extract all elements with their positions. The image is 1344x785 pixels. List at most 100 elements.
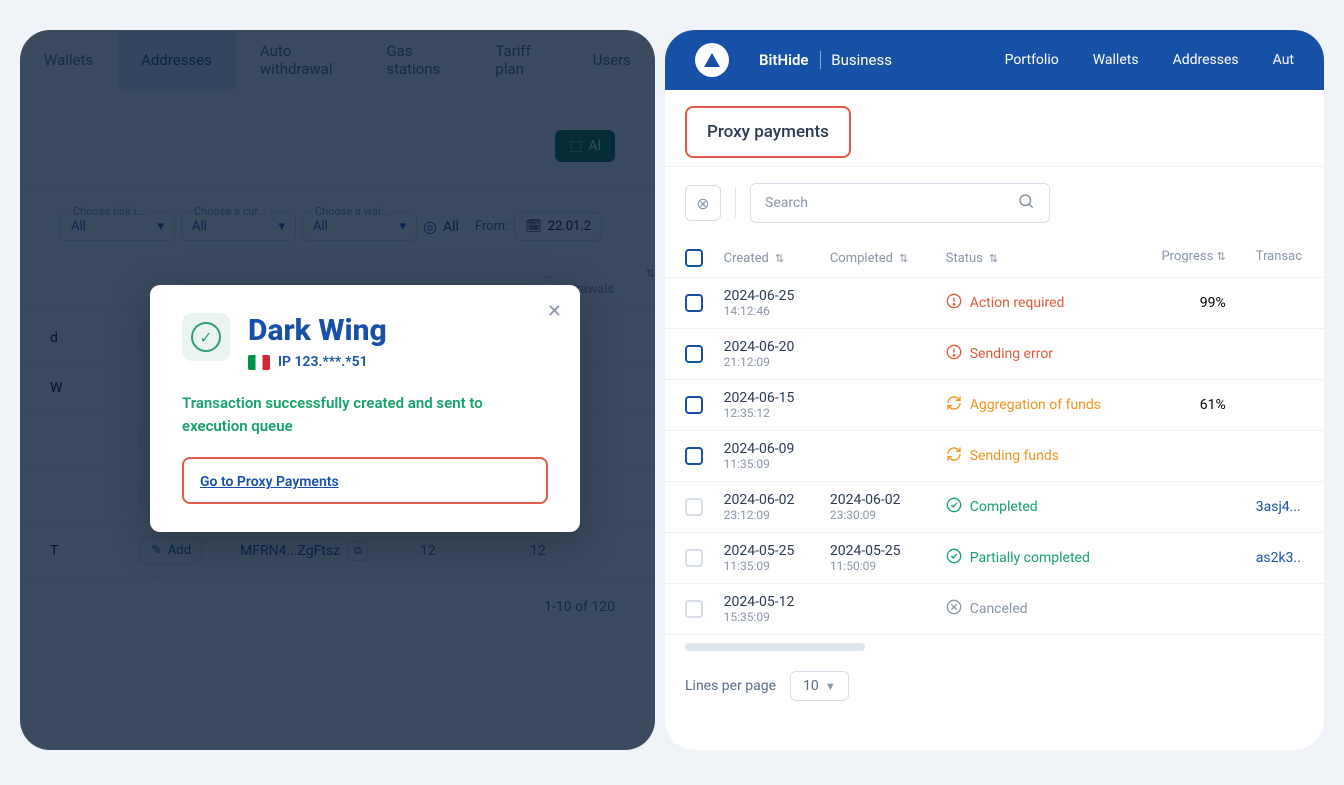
modal-title: Dark Wing <box>248 313 387 348</box>
created-time: 21:12:09 <box>724 355 795 369</box>
wallet-filter[interactable]: Choose a wal... All ▾ <box>302 212 417 241</box>
proxy-payment-row[interactable]: 2024-06-25 14:12:46 Action required 99% <box>665 278 1324 329</box>
refresh-icon <box>946 395 962 415</box>
copy-icon[interactable]: ⧉ <box>348 541 368 561</box>
created-date: 2024-05-12 <box>724 594 795 610</box>
italy-flag-icon <box>248 355 270 370</box>
nav-addresses[interactable]: Addresses <box>1173 52 1239 68</box>
col-status[interactable]: Status <box>946 251 983 266</box>
success-badge: ✓ <box>182 313 230 361</box>
select-all-checkbox[interactable] <box>685 249 703 267</box>
col-completed[interactable]: Completed <box>830 251 893 266</box>
proxy-payment-row[interactable]: 2024-06-20 21:12:09 Sending error <box>665 329 1324 380</box>
from-label: From: <box>475 219 508 234</box>
bithide-logo-icon <box>695 43 729 77</box>
lines-per-page-select[interactable]: 10 ▼ <box>790 671 849 701</box>
sort-icon[interactable]: ⇅ <box>899 252 908 265</box>
modal-cta-box: Go to Proxy Payments <box>182 457 548 504</box>
created-time: 15:35:09 <box>724 610 795 624</box>
proxy-payment-row[interactable]: 2024-06-15 12:35:12 Aggregation of funds… <box>665 380 1324 431</box>
risk-filter[interactable]: Choose risk l... All ▾ <box>60 212 175 241</box>
target-icon: ◎ <box>423 217 437 236</box>
created-date: 2024-06-15 <box>724 390 795 406</box>
alert-icon <box>946 344 962 364</box>
cur-label: Choose a cur... <box>190 205 270 218</box>
check-icon <box>946 497 962 517</box>
created-time: 23:12:09 <box>724 508 795 522</box>
refresh-icon <box>946 446 962 466</box>
status-text: Action required <box>970 295 1065 311</box>
add-button[interactable]: ✎ Add <box>140 537 202 564</box>
row-checkbox[interactable] <box>685 294 703 312</box>
from-date-picker[interactable]: 🗓 22.01.2 <box>514 212 602 241</box>
row-checkbox[interactable] <box>685 396 703 414</box>
chevron-down-icon: ▼ <box>825 680 836 693</box>
nav-aut[interactable]: Aut <box>1273 52 1294 68</box>
close-icon[interactable]: ✕ <box>547 301 562 322</box>
row-checkbox[interactable] <box>685 447 703 465</box>
proxy-payment-row[interactable]: 2024-06-09 11:35:09 Sending funds <box>665 431 1324 482</box>
col-progress[interactable]: Progress <box>1161 249 1213 264</box>
chevron-down-icon: ▾ <box>157 219 164 234</box>
row-checkbox <box>685 600 703 618</box>
row-checkbox <box>685 498 703 516</box>
row-checkbox[interactable] <box>685 345 703 363</box>
alert-icon <box>946 293 962 313</box>
status-text: Canceled <box>970 601 1028 617</box>
modal-message: Transaction successfully created and sen… <box>182 392 548 437</box>
sort-icon[interactable]: ⇅ <box>989 252 998 265</box>
search-placeholder: Search <box>765 195 808 211</box>
proxy-payment-row[interactable]: 2024-06-02 23:12:09 2024-06-0223:30:09 C… <box>665 482 1324 533</box>
cancel-icon <box>946 599 962 619</box>
address-value: MFRN4...ZgFtsz <box>240 543 340 559</box>
top-action-label: Al <box>588 138 601 154</box>
progress-value: 61% <box>1148 397 1225 413</box>
nav-portfolio[interactable]: Portfolio <box>1005 52 1059 68</box>
clear-search-button[interactable]: ⊗ <box>685 185 721 221</box>
sort-icon[interactable]: ⇅ <box>1217 250 1226 263</box>
sort-icon[interactable]: ⇅ <box>646 267 655 297</box>
created-date: 2024-05-25 <box>724 543 795 559</box>
status-text: Partially completed <box>970 550 1090 566</box>
created-date: 2024-06-25 <box>724 288 795 304</box>
status-text: Sending funds <box>970 448 1059 464</box>
wal-label: Choose a wal... <box>311 205 393 218</box>
completed-date: 2024-05-25 <box>830 543 901 559</box>
num1: 12 <box>420 543 530 559</box>
nav-users[interactable]: Users <box>569 31 655 89</box>
top-action-button[interactable]: ⬚ Al <box>555 130 615 162</box>
action-icon: ⬚ <box>569 138 582 154</box>
nav-auto-withdrawal[interactable]: Auto withdrawal <box>236 30 362 98</box>
check-icon <box>946 548 962 568</box>
nav-wallets[interactable]: Wallets <box>20 31 117 89</box>
pagination-text: 1-10 of 120 <box>20 579 655 635</box>
col-created[interactable]: Created <box>724 251 769 266</box>
go-to-proxy-payments-link[interactable]: Go to Proxy Payments <box>200 474 339 490</box>
nav-wallets[interactable]: Wallets <box>1093 52 1139 68</box>
currency-filter[interactable]: Choose a cur... All ▾ <box>181 212 296 241</box>
col-transaction[interactable]: Transac <box>1256 249 1302 264</box>
nav-tariff-plan[interactable]: Tariff plan <box>471 30 568 98</box>
proxy-payment-row[interactable]: 2024-05-12 15:35:09 Canceled <box>665 584 1324 635</box>
progress-value: 99% <box>1148 295 1225 311</box>
search-input[interactable]: Search <box>750 183 1050 223</box>
row-letter: W <box>20 380 60 396</box>
divider <box>735 188 736 218</box>
nav-gas-stations[interactable]: Gas stations <box>362 30 471 98</box>
chevron-down-icon: ▾ <box>399 219 406 234</box>
proxy-payment-row[interactable]: 2024-05-25 11:35:09 2024-05-2511:50:09 P… <box>665 533 1324 584</box>
completed-time: 23:30:09 <box>830 508 901 522</box>
check-icon: ✓ <box>191 322 221 352</box>
search-icon <box>1017 192 1035 214</box>
tab-proxy-payments[interactable]: Proxy payments <box>685 106 851 158</box>
sort-icon[interactable]: ⇅ <box>775 252 784 265</box>
row-letter: T <box>20 543 60 559</box>
modal-ip: IP 123.***.*51 <box>278 354 368 370</box>
status-text: Aggregation of funds <box>970 397 1101 413</box>
transaction-link[interactable]: 3asj4... <box>1226 499 1304 515</box>
risk-value: All <box>71 219 86 234</box>
horizontal-scrollbar[interactable] <box>685 643 865 651</box>
transaction-link[interactable]: as2k3.. <box>1226 550 1304 566</box>
cur-value: All <box>192 219 207 234</box>
nav-addresses[interactable]: Addresses <box>117 31 236 89</box>
